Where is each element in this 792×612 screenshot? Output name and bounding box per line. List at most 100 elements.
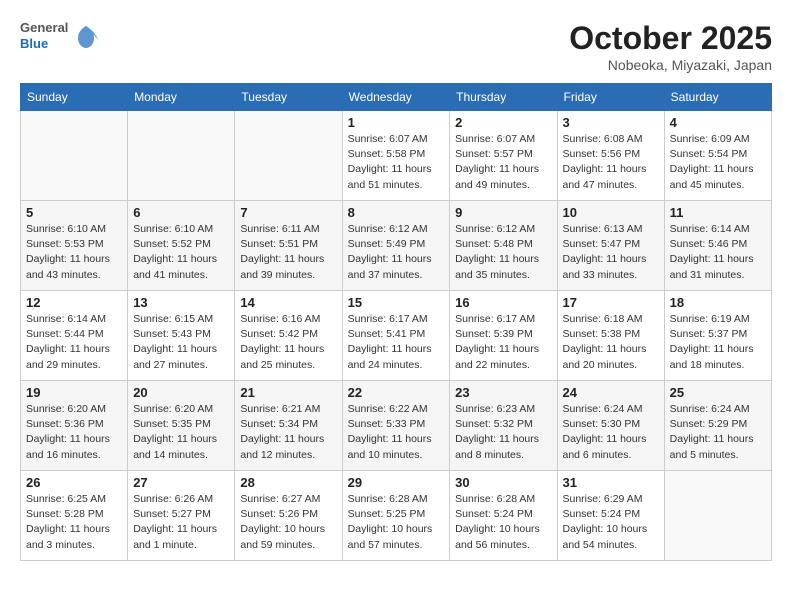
calendar-cell: 23Sunrise: 6:23 AM Sunset: 5:32 PM Dayli… bbox=[450, 381, 557, 471]
calendar-cell: 5 Sunrise: 6:10 AM Sunset: 5:53 PM Daylig… bbox=[21, 201, 128, 291]
calendar-cell: 20Sunrise: 6:20 AM Sunset: 5:35 PM Dayli… bbox=[128, 381, 235, 471]
day-info: Sunrise: 6:20 AM Sunset: 5:35 PM Dayligh… bbox=[133, 402, 229, 463]
weekday-header-saturday: Saturday bbox=[664, 84, 771, 111]
logo-icon bbox=[72, 22, 100, 50]
day-info: Sunrise: 6:29 AM Sunset: 5:24 PM Dayligh… bbox=[563, 492, 659, 553]
day-info: Sunrise: 6:09 AM Sunset: 5:54 PM Dayligh… bbox=[670, 132, 766, 193]
day-info: Sunrise: 6:07 AM Sunset: 5:58 PM Dayligh… bbox=[348, 132, 445, 193]
day-number: 3 bbox=[563, 115, 659, 130]
calendar-week-row: 5 Sunrise: 6:10 AM Sunset: 5:53 PM Daylig… bbox=[21, 201, 772, 291]
day-info: Sunrise: 6:20 AM Sunset: 5:36 PM Dayligh… bbox=[26, 402, 122, 463]
day-info: Sunrise: 6:28 AM Sunset: 5:25 PM Dayligh… bbox=[348, 492, 445, 553]
day-info: Sunrise: 6:07 AM Sunset: 5:57 PM Dayligh… bbox=[455, 132, 551, 193]
day-number: 2 bbox=[455, 115, 551, 130]
day-info: Sunrise: 6:24 AM Sunset: 5:29 PM Dayligh… bbox=[670, 402, 766, 463]
day-number: 24 bbox=[563, 385, 659, 400]
day-number: 16 bbox=[455, 295, 551, 310]
calendar-cell: 1 Sunrise: 6:07 AM Sunset: 5:58 PM Daylig… bbox=[342, 111, 450, 201]
day-number: 9 bbox=[455, 205, 551, 220]
calendar-cell: 17 Sunrise: 6:18 AM Sunset: 5:38 PM Dayli… bbox=[557, 291, 664, 381]
calendar-cell: 19 Sunrise: 6:20 AM Sunset: 5:36 PM Dayli… bbox=[21, 381, 128, 471]
header: General Blue October 2025 Nobeoka, Miyaz… bbox=[20, 20, 772, 73]
calendar-cell: 9 Sunrise: 6:12 AM Sunset: 5:48 PM Daylig… bbox=[450, 201, 557, 291]
day-number: 14 bbox=[240, 295, 336, 310]
day-number: 28 bbox=[240, 475, 336, 490]
day-number: 13 bbox=[133, 295, 229, 310]
calendar-cell: 8Sunrise: 6:12 AM Sunset: 5:49 PM Daylig… bbox=[342, 201, 450, 291]
calendar-week-row: 26 Sunrise: 6:25 AM Sunset: 5:28 PM Dayli… bbox=[21, 471, 772, 561]
day-number: 29 bbox=[348, 475, 445, 490]
weekday-header-monday: Monday bbox=[128, 84, 235, 111]
day-number: 18 bbox=[670, 295, 766, 310]
weekday-header-wednesday: Wednesday bbox=[342, 84, 450, 111]
weekday-header-thursday: Thursday bbox=[450, 84, 557, 111]
day-number: 8 bbox=[348, 205, 445, 220]
day-info: Sunrise: 6:10 AM Sunset: 5:53 PM Dayligh… bbox=[26, 222, 122, 283]
day-number: 21 bbox=[240, 385, 336, 400]
day-info: Sunrise: 6:13 AM Sunset: 5:47 PM Dayligh… bbox=[563, 222, 659, 283]
day-number: 19 bbox=[26, 385, 122, 400]
day-info: Sunrise: 6:18 AM Sunset: 5:38 PM Dayligh… bbox=[563, 312, 659, 373]
logo-blue: Blue bbox=[20, 36, 68, 52]
day-info: Sunrise: 6:27 AM Sunset: 5:26 PM Dayligh… bbox=[240, 492, 336, 553]
day-number: 27 bbox=[133, 475, 229, 490]
calendar-cell bbox=[235, 111, 342, 201]
day-number: 17 bbox=[563, 295, 659, 310]
calendar-cell: 14 Sunrise: 6:16 AM Sunset: 5:42 PM Dayli… bbox=[235, 291, 342, 381]
day-number: 30 bbox=[455, 475, 551, 490]
day-number: 26 bbox=[26, 475, 122, 490]
calendar-cell: 13 Sunrise: 6:15 AM Sunset: 5:43 PM Dayli… bbox=[128, 291, 235, 381]
logo-general: General bbox=[20, 20, 68, 36]
calendar-cell bbox=[128, 111, 235, 201]
calendar-cell: 16 Sunrise: 6:17 AM Sunset: 5:39 PM Dayli… bbox=[450, 291, 557, 381]
calendar-cell: 12Sunrise: 6:14 AM Sunset: 5:44 PM Dayli… bbox=[21, 291, 128, 381]
day-info: Sunrise: 6:14 AM Sunset: 5:44 PM Dayligh… bbox=[26, 312, 122, 373]
day-info: Sunrise: 6:26 AM Sunset: 5:27 PM Dayligh… bbox=[133, 492, 229, 553]
calendar-cell: 29 Sunrise: 6:28 AM Sunset: 5:25 PM Dayli… bbox=[342, 471, 450, 561]
calendar-cell: 31 Sunrise: 6:29 AM Sunset: 5:24 PM Dayli… bbox=[557, 471, 664, 561]
day-info: Sunrise: 6:16 AM Sunset: 5:42 PM Dayligh… bbox=[240, 312, 336, 373]
calendar: SundayMondayTuesdayWednesdayThursdayFrid… bbox=[20, 83, 772, 561]
calendar-cell: 15Sunrise: 6:17 AM Sunset: 5:41 PM Dayli… bbox=[342, 291, 450, 381]
calendar-cell: 11 Sunrise: 6:14 AM Sunset: 5:46 PM Dayli… bbox=[664, 201, 771, 291]
day-info: Sunrise: 6:12 AM Sunset: 5:48 PM Dayligh… bbox=[455, 222, 551, 283]
day-info: Sunrise: 6:21 AM Sunset: 5:34 PM Dayligh… bbox=[240, 402, 336, 463]
weekday-header-tuesday: Tuesday bbox=[235, 84, 342, 111]
day-number: 11 bbox=[670, 205, 766, 220]
day-number: 23 bbox=[455, 385, 551, 400]
day-number: 31 bbox=[563, 475, 659, 490]
day-info: Sunrise: 6:15 AM Sunset: 5:43 PM Dayligh… bbox=[133, 312, 229, 373]
calendar-cell: 24 Sunrise: 6:24 AM Sunset: 5:30 PM Dayli… bbox=[557, 381, 664, 471]
day-number: 5 bbox=[26, 205, 122, 220]
day-number: 6 bbox=[133, 205, 229, 220]
logo-text: General Blue bbox=[20, 20, 68, 51]
calendar-cell: 22Sunrise: 6:22 AM Sunset: 5:33 PM Dayli… bbox=[342, 381, 450, 471]
calendar-cell bbox=[21, 111, 128, 201]
calendar-cell: 25 Sunrise: 6:24 AM Sunset: 5:29 PM Dayli… bbox=[664, 381, 771, 471]
calendar-cell: 28 Sunrise: 6:27 AM Sunset: 5:26 PM Dayli… bbox=[235, 471, 342, 561]
day-number: 10 bbox=[563, 205, 659, 220]
calendar-cell: 2 Sunrise: 6:07 AM Sunset: 5:57 PM Daylig… bbox=[450, 111, 557, 201]
day-number: 15 bbox=[348, 295, 445, 310]
day-number: 25 bbox=[670, 385, 766, 400]
day-info: Sunrise: 6:10 AM Sunset: 5:52 PM Dayligh… bbox=[133, 222, 229, 283]
day-number: 1 bbox=[348, 115, 445, 130]
day-info: Sunrise: 6:14 AM Sunset: 5:46 PM Dayligh… bbox=[670, 222, 766, 283]
day-info: Sunrise: 6:24 AM Sunset: 5:30 PM Dayligh… bbox=[563, 402, 659, 463]
calendar-cell: 4Sunrise: 6:09 AM Sunset: 5:54 PM Daylig… bbox=[664, 111, 771, 201]
weekday-header-sunday: Sunday bbox=[21, 84, 128, 111]
calendar-cell: 7Sunrise: 6:11 AM Sunset: 5:51 PM Daylig… bbox=[235, 201, 342, 291]
day-info: Sunrise: 6:17 AM Sunset: 5:39 PM Dayligh… bbox=[455, 312, 551, 373]
weekday-header-row: SundayMondayTuesdayWednesdayThursdayFrid… bbox=[21, 84, 772, 111]
day-info: Sunrise: 6:22 AM Sunset: 5:33 PM Dayligh… bbox=[348, 402, 445, 463]
day-info: Sunrise: 6:08 AM Sunset: 5:56 PM Dayligh… bbox=[563, 132, 659, 193]
day-info: Sunrise: 6:25 AM Sunset: 5:28 PM Dayligh… bbox=[26, 492, 122, 553]
day-number: 7 bbox=[240, 205, 336, 220]
weekday-header-friday: Friday bbox=[557, 84, 664, 111]
calendar-cell: 6 Sunrise: 6:10 AM Sunset: 5:52 PM Daylig… bbox=[128, 201, 235, 291]
calendar-cell bbox=[664, 471, 771, 561]
calendar-cell: 30 Sunrise: 6:28 AM Sunset: 5:24 PM Dayli… bbox=[450, 471, 557, 561]
day-info: Sunrise: 6:28 AM Sunset: 5:24 PM Dayligh… bbox=[455, 492, 551, 553]
title-area: October 2025 Nobeoka, Miyazaki, Japan bbox=[569, 20, 772, 73]
calendar-cell: 10 Sunrise: 6:13 AM Sunset: 5:47 PM Dayli… bbox=[557, 201, 664, 291]
